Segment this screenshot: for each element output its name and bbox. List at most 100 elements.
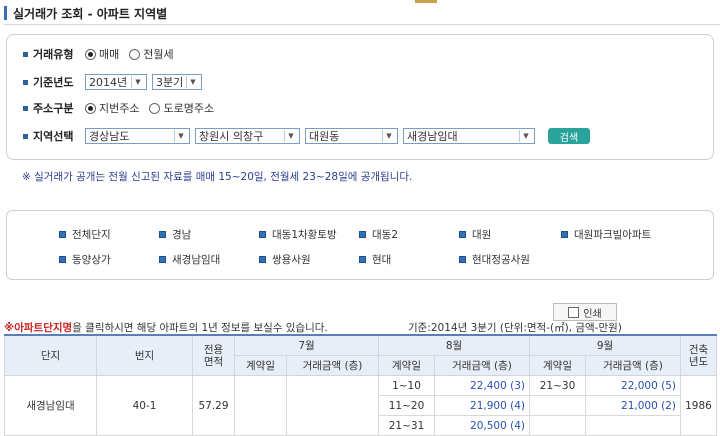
cell-aug-day: 11~20 — [378, 395, 435, 416]
complex-link[interactable]: 전체단지 — [59, 227, 111, 242]
header-lot: 번지 — [96, 334, 193, 376]
city-select[interactable]: 창원시 의창구 ▼ — [195, 128, 300, 144]
cell-aug-amount: 20,500 (4) — [434, 415, 530, 436]
cell-build-year: 1986 — [680, 375, 717, 436]
cell-aug-amount: 22,400 (3) — [434, 375, 530, 396]
square-bullet-icon — [59, 256, 66, 263]
subheader-contract-day: 계약일 — [529, 355, 586, 376]
address-row: 주소구분 지번주소 도로명주소 — [23, 98, 224, 118]
bullet-icon — [23, 105, 28, 111]
square-bullet-icon — [359, 231, 366, 238]
chevron-down-icon: ▼ — [284, 130, 297, 142]
deal-type-label: 거래유형 — [33, 48, 74, 61]
cell-jul-day — [234, 375, 287, 436]
subheader-amount: 거래금액 (층) — [286, 355, 379, 376]
period-row: 기준년도 2014년 ▼ 3분기 ▼ — [23, 72, 207, 92]
header-build-year: 건축 년도 — [680, 334, 717, 376]
complex-link[interactable]: 현대정공사원 — [459, 252, 530, 267]
cell-lot: 40-1 — [96, 375, 193, 436]
radio-unchecked-icon — [129, 48, 141, 60]
complex-link[interactable]: 대동2 — [359, 227, 398, 242]
cell-sep-day: 21~30 — [529, 375, 586, 396]
square-bullet-icon — [159, 231, 166, 238]
quarter-select[interactable]: 3분기 ▼ — [152, 74, 202, 90]
cell-complex[interactable]: 새경남임대 — [4, 375, 97, 436]
search-panel: 거래유형 매매 전월세 기준년도 2014년 ▼ 3분기 ▼ 주소구분 지번주소 도… — [6, 34, 714, 160]
header-area: 전용 면적 — [192, 334, 235, 376]
top-logo-chip — [415, 0, 437, 3]
cell-sep-amount: 22,000 (5) — [585, 375, 681, 396]
dong-select[interactable]: 대원동 ▼ — [305, 128, 398, 144]
hint-text: ※아파트단지명을 클릭하시면 해당 아파트의 1년 정보를 보실수 있습니다. — [4, 322, 328, 334]
complex-link[interactable]: 대원 — [459, 227, 491, 242]
print-button[interactable]: 인쇄 — [553, 303, 617, 321]
radio-checked-icon — [85, 102, 96, 114]
cell-sep-day — [529, 415, 586, 436]
square-bullet-icon — [359, 256, 366, 263]
cell-aug-day: 21~31 — [378, 415, 435, 436]
search-button[interactable]: 검색 — [548, 128, 590, 144]
radio-rent[interactable]: 전월세 — [129, 46, 174, 62]
square-bullet-icon — [459, 231, 466, 238]
square-bullet-icon — [159, 256, 166, 263]
bullet-icon — [23, 51, 28, 57]
page-title: 실거래가 조회 - 아파트 지역별 — [13, 6, 168, 21]
complex-link[interactable]: 대동1차황토방 — [259, 227, 337, 242]
radio-sale[interactable]: 매매 — [85, 46, 119, 62]
square-bullet-icon — [561, 231, 568, 238]
chevron-down-icon: ▼ — [382, 130, 395, 142]
cell-area: 57.29 — [192, 375, 235, 436]
printer-icon — [568, 306, 580, 318]
table-row: 새경남임대 40-1 57.29 1~10 22,400 (3) 21~30 2… — [4, 375, 717, 436]
cell-aug-day: 1~10 — [378, 375, 435, 396]
year-select[interactable]: 2014년 ▼ — [85, 74, 147, 90]
complex-list-panel: 전체단지 경남 대동1차황토방 대동2 대원 대원파크빌아파트 동양상가 새경남… — [6, 210, 714, 280]
header-month-8: 8월 — [378, 334, 530, 356]
header-month-9: 9월 — [529, 334, 681, 356]
complex-link[interactable]: 쌍용사원 — [259, 252, 311, 267]
notice-text: ※ 실거래가 공개는 전월 신고된 자료를 매매 15~20일, 전월세 23~… — [22, 171, 413, 183]
cell-jul-amount — [286, 375, 379, 436]
bullet-icon — [23, 79, 28, 85]
radio-checked-icon — [85, 48, 96, 60]
region-row: 지역선택 경상남도 ▼ 창원시 의창구 ▼ 대원동 ▼ 새경남임대 ▼ 검색 — [23, 126, 590, 146]
page-title-bar: 실거래가 조회 - 아파트 지역별 — [4, 4, 167, 22]
bullet-icon — [23, 133, 28, 139]
unit-basis-text: 기준:2014년 3분기 (단위:면적-(㎡), 금액-만원) — [408, 322, 622, 334]
radio-lot-address[interactable]: 지번주소 — [85, 100, 139, 116]
complex-link[interactable]: 경남 — [159, 227, 191, 242]
cell-sep-amount: 21,000 (2) — [585, 395, 681, 416]
cell-sep-amount — [585, 415, 681, 436]
subheader-amount: 거래금액 (층) — [585, 355, 681, 376]
complex-select[interactable]: 새경남임대 ▼ — [403, 128, 535, 144]
chevron-down-icon: ▼ — [186, 76, 199, 88]
radio-unchecked-icon — [149, 102, 161, 114]
complex-link[interactable]: 새경남임대 — [159, 252, 220, 267]
square-bullet-icon — [259, 256, 266, 263]
address-label: 주소구분 — [33, 102, 74, 115]
subheader-contract-day: 계약일 — [378, 355, 435, 376]
header-complex: 단지 — [4, 334, 97, 376]
subheader-contract-day: 계약일 — [234, 355, 287, 376]
radio-road-address[interactable]: 도로명주소 — [149, 100, 214, 116]
title-accent-bar — [4, 6, 7, 20]
chevron-down-icon: ▼ — [519, 130, 532, 142]
chevron-down-icon: ▼ — [131, 76, 144, 88]
complex-link[interactable]: 현대 — [359, 252, 391, 267]
province-select[interactable]: 경상남도 ▼ — [85, 128, 190, 144]
transaction-table: 단지 번지 전용 면적 7월 8월 9월 건축 년도 계약일 거래금액 (층) … — [4, 334, 717, 436]
subheader-amount: 거래금액 (층) — [434, 355, 530, 376]
deal-type-row: 거래유형 매매 전월세 — [23, 44, 184, 64]
cell-aug-amount: 21,900 (4) — [434, 395, 530, 416]
cell-sep-day — [529, 395, 586, 416]
header-month-7: 7월 — [234, 334, 379, 356]
chevron-down-icon: ▼ — [174, 130, 187, 142]
square-bullet-icon — [259, 231, 266, 238]
title-divider — [4, 24, 720, 25]
complex-link[interactable]: 동양상가 — [59, 252, 111, 267]
region-label: 지역선택 — [33, 130, 74, 143]
period-label: 기준년도 — [33, 76, 74, 89]
square-bullet-icon — [59, 231, 66, 238]
complex-link[interactable]: 대원파크빌아파트 — [561, 227, 651, 242]
square-bullet-icon — [459, 256, 466, 263]
